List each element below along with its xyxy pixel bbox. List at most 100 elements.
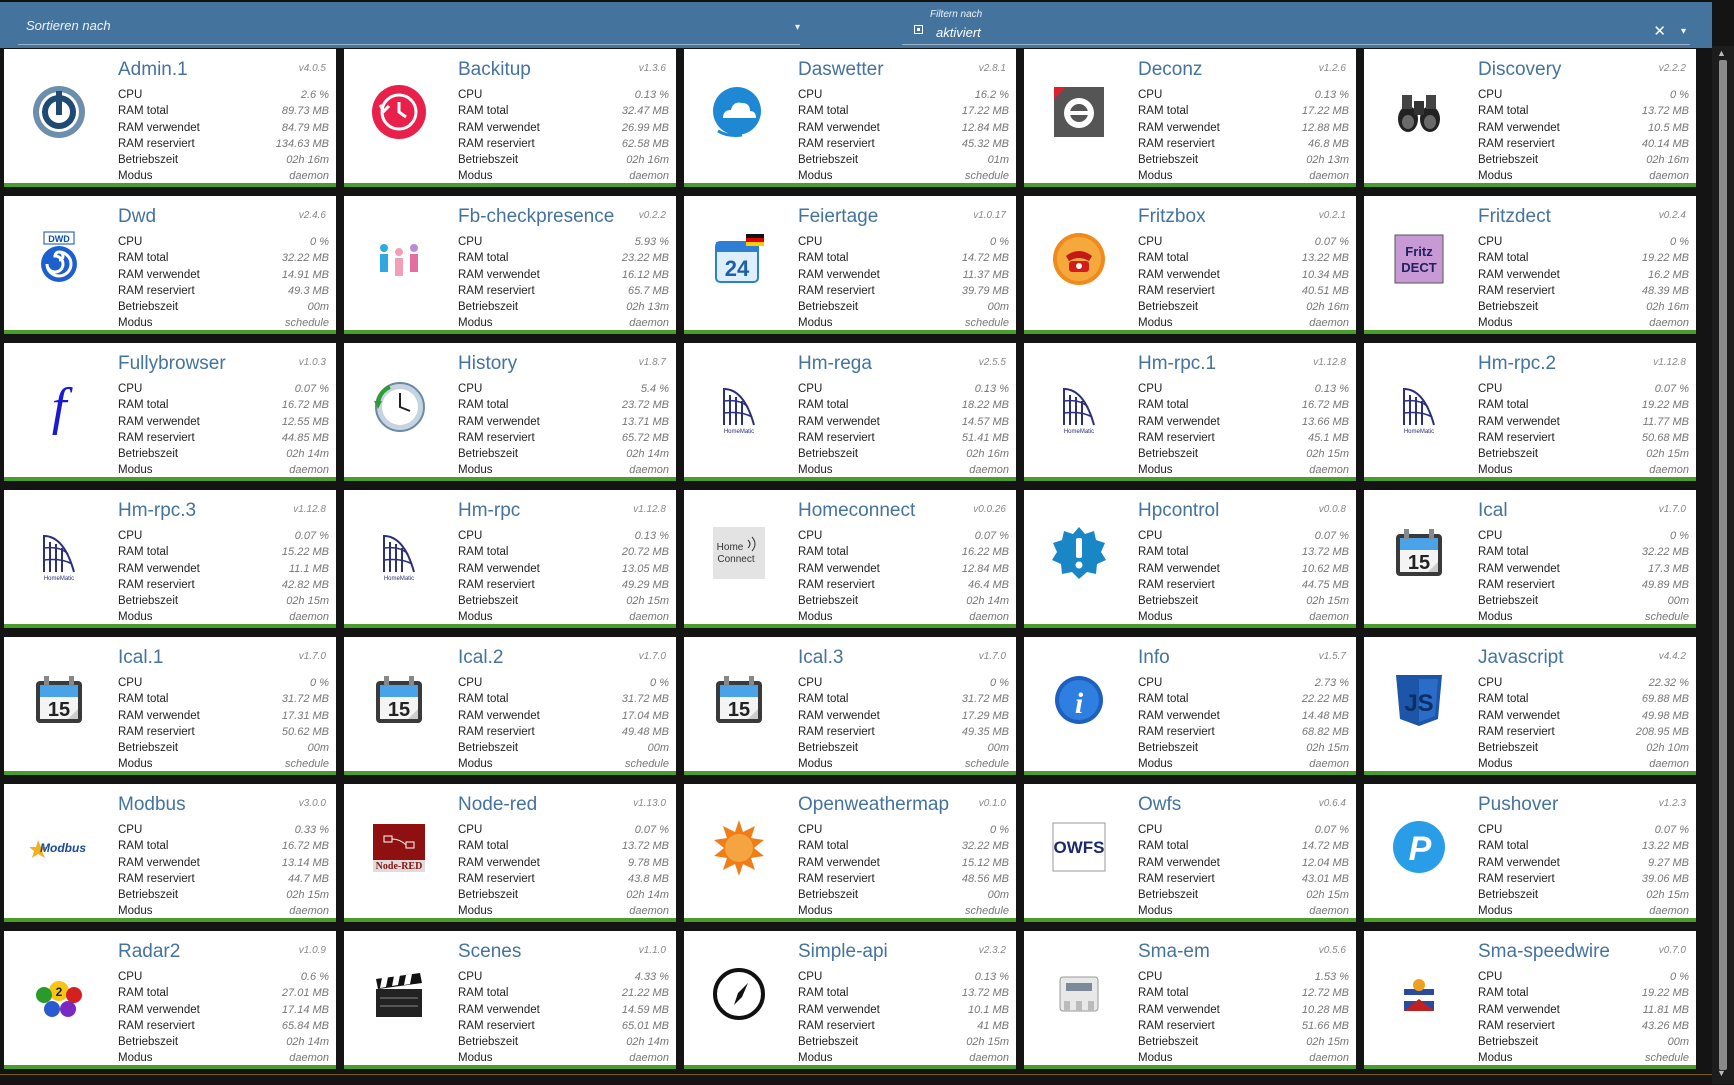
sort-select[interactable]: Sortieren nach ▾ [18, 10, 800, 45]
stat-value: 12.84 MB [961, 562, 1009, 575]
filter-value[interactable]: aktiviert [936, 25, 981, 40]
instance-card-discovery[interactable]: Discovery v2.2.2 CPU 0 % RAM total 13.72 M… [1364, 49, 1696, 187]
stat-value: 49.98 MB [1641, 709, 1689, 722]
stat-value: 65.7 MB [628, 284, 669, 297]
clear-filter-icon[interactable]: ✕ [1653, 22, 1666, 40]
stat-label: RAM total [798, 105, 849, 118]
chevron-down-icon[interactable]: ▾ [795, 22, 800, 33]
instance-card-scenes[interactable]: Scenes v1.1.0 CPU 4.33 % RAM total 21.22 M… [344, 931, 676, 1069]
filter-checkbox-icon[interactable] [914, 25, 923, 34]
instance-card-deconz[interactable]: Deconz v1.2.6 CPU 0.13 % RAM total 17.22 M… [1024, 49, 1356, 187]
instance-card-backitup[interactable]: Backitup v1.3.6 CPU 0.13 % RAM total 32.47… [344, 49, 676, 187]
stat-label: Modus [118, 1052, 153, 1065]
instance-card-fritzbox[interactable]: Fritzbox v0.2.1 CPU 0.07 % RAM total 13.22… [1024, 196, 1356, 334]
modbus-icon: Modbus [30, 818, 88, 876]
stat-label: RAM reserviert [458, 137, 535, 150]
stat-label: RAM reserviert [1478, 725, 1555, 738]
stat-value: 0.13 % [634, 530, 669, 542]
stat-value: 0 % [650, 677, 669, 689]
instance-stats: CPU 22.32 % RAM total 69.88 MB RAM verwend… [1478, 675, 1689, 773]
sma-icon-graphic [1404, 979, 1434, 1011]
instance-title: Fullybrowser [118, 353, 226, 374]
stat-label: RAM verwendet [1138, 268, 1220, 281]
stat-label: Modus [798, 905, 833, 918]
stat-value: 1.53 % [1314, 971, 1349, 983]
stat-row-uptime: Betriebszeit 00m [458, 740, 669, 756]
filter-select[interactable]: Filtern nach aktiviert ✕ ▾ [902, 6, 1690, 45]
stat-row-mode: Modus daemon [1478, 756, 1689, 772]
instance-title: Homeconnect [798, 500, 916, 521]
instance-card-sma-speedwire[interactable]: Sma-speedwire v0.7.0 CPU 0 % RAM total 19.… [1364, 931, 1696, 1069]
instance-card-ical-3[interactable]: 15 Ical.3 v1.7.0 CPU 0 % RAM total 31.72 M… [684, 637, 1016, 775]
scroll-up-icon[interactable]: ▲ [1717, 48, 1726, 58]
instance-card-ical-2[interactable]: 15 Ical.2 v1.7.0 CPU 0 % RAM total 31.72 M… [344, 637, 676, 775]
stat-row-ram-used: RAM verwendet 13.66 MB [1138, 414, 1349, 430]
instance-card-node-red[interactable]: Node-RED Node-red v1.13.0 CPU 0.07 % RAM … [344, 784, 676, 922]
stat-row-cpu: CPU 0.07 % [1138, 528, 1349, 544]
stat-value: daemon [289, 1052, 329, 1065]
stat-label: RAM verwendet [458, 121, 540, 134]
stat-value: 02h 15m [1306, 1036, 1349, 1049]
instance-card-modbus[interactable]: Modbus Modbus v3.0.0 CPU 0.33 % RAM total… [4, 784, 336, 922]
stat-label: RAM reserviert [798, 284, 875, 297]
instance-card-homeconnect[interactable]: Home Connect Homeconnect v0.0.26 CPU 0.07 … [684, 490, 1016, 628]
stat-row-ram-total: RAM total 14.72 MB [798, 250, 1009, 266]
stat-label: CPU [798, 236, 823, 248]
stat-row-cpu: CPU 0.6 % [118, 969, 329, 985]
stat-label: RAM reserviert [1138, 578, 1215, 591]
instance-card-radar2[interactable]: 2 Radar2 v1.0.9 CPU 0.6 % RAM total 27.01 … [4, 931, 336, 1069]
stat-value: 0 % [310, 677, 329, 689]
calendar-15-icon-graphic: 15 [1396, 529, 1442, 576]
instance-card-fritzdect[interactable]: Fritz DECT Fritzdect v0.2.4 CPU 0 % RAM to… [1364, 196, 1696, 334]
stat-row-ram-reserved: RAM reserviert 134.63 MB [118, 136, 329, 152]
instance-card-feiertage[interactable]: 24 Feiertage v1.0.17 CPU 0 % RAM total 14.… [684, 196, 1016, 334]
instance-card-dwd[interactable]: DWD Dwd v2.4.6 CPU 0 % RAM total 32.22 MB … [4, 196, 336, 334]
scrollbar[interactable]: ▲ ▼ [1712, 46, 1734, 1084]
instance-stats: CPU 0.13 % RAM total 18.22 MB RAM verwende… [798, 381, 1009, 479]
instance-card-ical[interactable]: 15 Ical v1.7.0 CPU 0 % RAM total 32.22 MB … [1364, 490, 1696, 628]
instance-card-history[interactable]: History v1.8.7 CPU 5.4 % RAM total 23.72 M… [344, 343, 676, 481]
stat-row-mode: Modus daemon [1138, 903, 1349, 919]
stat-label: Betriebszeit [1478, 889, 1539, 902]
stat-value: 32.22 MB [1641, 546, 1689, 559]
calendar-15-icon: 15 [370, 671, 428, 729]
instance-card-daswetter[interactable]: Daswetter v2.8.1 CPU 16.2 % RAM total 17.2… [684, 49, 1016, 187]
instance-card-hm-rega[interactable]: HomeMatic Hm-rega v2.5.5 CPU 0.13 % RAM t… [684, 343, 1016, 481]
instance-card-simple-api[interactable]: Simple-api v2.3.2 CPU 0.13 % RAM total 13.… [684, 931, 1016, 1069]
svg-text:HomeMatic: HomeMatic [1404, 429, 1434, 435]
instance-version: v2.4.6 [298, 210, 326, 221]
instance-card-admin-1[interactable]: Admin.1 v4.0.5 CPU 2.6 % RAM total 89.73 M… [4, 49, 336, 187]
instance-card-fullybrowser[interactable]: f Fullybrowser v1.0.3 CPU 0.07 % RAM tota… [4, 343, 336, 481]
instance-version: v1.12.8 [293, 504, 326, 515]
instance-card-javascript[interactable]: JS Javascript v4.4.2 CPU 22.32 % RAM tota… [1364, 637, 1696, 775]
instance-title: Javascript [1478, 647, 1564, 668]
stat-label: CPU [458, 824, 483, 836]
scroll-down-icon[interactable]: ▼ [1717, 1068, 1726, 1078]
homeconnect-icon: Home Connect [710, 524, 768, 582]
instance-card-hm-rpc-3[interactable]: HomeMatic Hm-rpc.3 v1.12.8 CPU 0.07 % RAM… [4, 490, 336, 628]
instance-card-openweathermap[interactable]: Openweathermap v0.1.0 CPU 0 % RAM total 32… [684, 784, 1016, 922]
stat-value: 00m [647, 742, 669, 755]
instance-title: Fritzdect [1478, 206, 1551, 227]
instance-card-hm-rpc-1[interactable]: HomeMatic Hm-rpc.1 v1.12.8 CPU 0.13 % RAM… [1024, 343, 1356, 481]
stat-row-ram-used: RAM verwendet 11.81 MB [1478, 1002, 1689, 1018]
instance-card-hpcontrol[interactable]: Hpcontrol v0.0.8 CPU 0.07 % RAM total 13.7… [1024, 490, 1356, 628]
instance-card-pushover[interactable]: P Pushover v1.2.3 CPU 0.07 % RAM total 13.… [1364, 784, 1696, 922]
instance-card-ical-1[interactable]: 15 Ical.1 v1.7.0 CPU 0 % RAM total 31.72 M… [4, 637, 336, 775]
instance-card-sma-em[interactable]: Sma-em v0.5.6 CPU 1.53 % RAM total 12.72 M… [1024, 931, 1356, 1069]
instance-stats: CPU 0 % RAM total 32.22 MB RAM verwendet 14… [118, 234, 329, 332]
chevron-down-icon[interactable]: ▾ [1681, 26, 1686, 37]
stat-row-ram-used: RAM verwendet 10.62 MB [1138, 561, 1349, 577]
stat-value: 0.07 % [294, 530, 329, 542]
instance-card-info[interactable]: i Info v1.5.7 CPU 2.73 % RAM total 22.22 M… [1024, 637, 1356, 775]
instance-title: Scenes [458, 941, 522, 962]
scrollbar-thumb[interactable] [1719, 60, 1727, 1070]
instance-card-hm-rpc-2[interactable]: HomeMatic Hm-rpc.2 v1.12.8 CPU 0.07 % RAM… [1364, 343, 1696, 481]
instance-card-hm-rpc[interactable]: HomeMatic Hm-rpc v1.12.8 CPU 0.13 % RAM t… [344, 490, 676, 628]
stat-value: 134.63 MB [275, 137, 329, 150]
instance-card-owfs[interactable]: OWFS Owfs v0.6.4 CPU 0.07 % RAM total 14.7… [1024, 784, 1356, 922]
stat-label: Modus [458, 611, 493, 624]
instance-card-fb-checkpresence[interactable]: Fb-checkpresence v0.2.2 CPU 5.93 % RAM to… [344, 196, 676, 334]
stat-row-ram-total: RAM total 12.72 MB [1138, 985, 1349, 1001]
stat-row-ram-reserved: RAM reserviert 46.8 MB [1138, 136, 1349, 152]
